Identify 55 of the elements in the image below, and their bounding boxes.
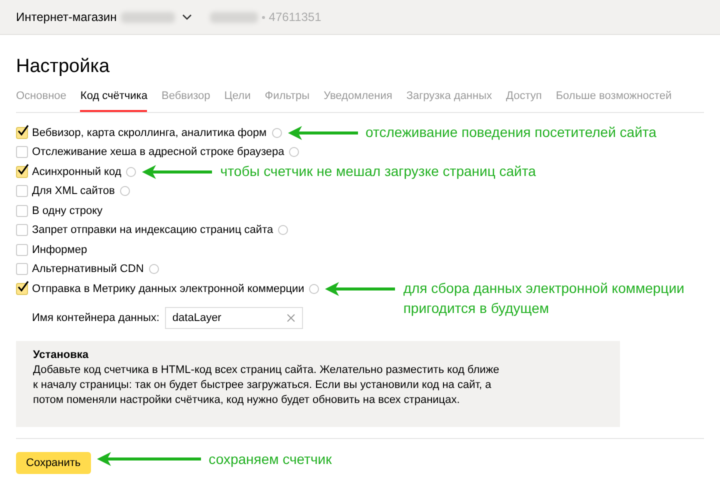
option-label: Информер <box>32 244 88 256</box>
help-icon[interactable] <box>309 284 320 294</box>
annotation-text: чтобы счетчик не мешал загрузке страниц сайта <box>220 162 536 181</box>
annotation-text: для сбора данных электронной коммерции пригодится в будущем <box>403 279 684 318</box>
tab[interactable]: Загрузка данных <box>406 90 492 112</box>
tab[interactable]: Доступ <box>506 90 542 112</box>
checkbox[interactable] <box>16 126 28 139</box>
checkbox[interactable] <box>16 146 28 158</box>
option-label: Отслеживание хеша в адресной строке браузера <box>32 146 284 158</box>
option-label: Отправка в Метрику данных электронной коммерции <box>32 282 304 295</box>
input-field[interactable]: dataLayer <box>165 306 304 328</box>
site-name: Интернет-магазин <box>16 10 117 24</box>
separator-dot <box>262 16 265 18</box>
tab[interactable]: Основное <box>16 90 66 112</box>
arrow-icon <box>325 282 396 296</box>
save-button[interactable]: Сохранить <box>16 452 91 474</box>
counter-id: 47611351 <box>268 10 322 24</box>
checkbox[interactable] <box>16 185 28 198</box>
option-label: Запрет отправки на индексацию страниц сайта <box>32 224 274 236</box>
help-icon[interactable] <box>272 128 282 138</box>
help-icon[interactable] <box>289 147 300 158</box>
option-label: В одну строку <box>32 204 103 217</box>
checkbox[interactable] <box>16 224 28 236</box>
info-title: Установка <box>33 348 90 360</box>
help-icon[interactable] <box>120 186 130 196</box>
arrow-icon <box>96 452 201 466</box>
chevron-down-icon[interactable] <box>182 14 192 20</box>
tab[interactable]: Код счётчика <box>80 90 148 112</box>
tab[interactable]: Больше возможностей <box>556 90 672 112</box>
annotation-text: сохраняем счетчик <box>208 450 332 468</box>
option-label: Альтернативный CDN <box>32 263 144 276</box>
option-label: Асинхронный код <box>32 166 122 178</box>
help-icon[interactable] <box>126 166 136 177</box>
help-icon[interactable] <box>148 264 159 274</box>
annotation-text: отслеживание поведения посетителей сайта <box>366 123 656 142</box>
clear-icon[interactable] <box>287 314 296 322</box>
tab[interactable]: Цели <box>224 90 251 112</box>
option-label: Вебвизор, карта скроллинга, аналитика форм <box>32 126 267 139</box>
checkbox[interactable] <box>16 166 28 178</box>
checkbox[interactable] <box>16 204 28 217</box>
option-label: Для XML сайтов <box>32 185 115 198</box>
tab[interactable]: Уведомления <box>324 90 392 112</box>
tab[interactable]: Фильтры <box>264 90 310 112</box>
arrow-icon <box>288 126 358 140</box>
checkbox[interactable] <box>16 282 28 295</box>
checkbox[interactable] <box>16 244 28 256</box>
arrow-icon <box>142 165 212 179</box>
checkbox[interactable] <box>16 263 28 276</box>
blurred-text <box>120 12 175 22</box>
info-text: Добавьте код счетчика в HTML-код всех страниц сайта. Желательно разместить код ближе к началу страницы: так он будет быстрее загружаться. Если вы установили код на сайт, а потом поменяли настройки счётчика, код нужно будет обновить на всех страницах. <box>33 362 500 408</box>
help-icon[interactable] <box>278 225 288 236</box>
blurred-text <box>210 12 258 22</box>
field-label: Имя контейнера данных: <box>32 312 160 324</box>
page-title: Настройка <box>16 56 111 78</box>
tab[interactable]: Вебвизор <box>161 90 210 112</box>
